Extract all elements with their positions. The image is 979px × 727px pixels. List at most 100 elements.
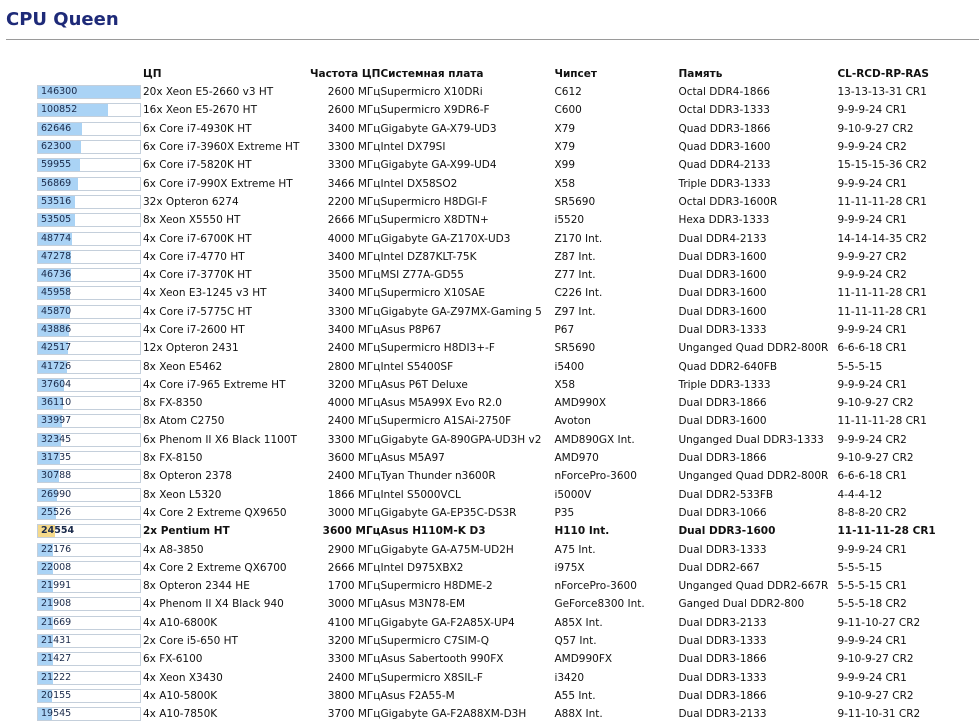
- score-value: 59955: [41, 159, 72, 171]
- chipset-cell: C600: [554, 104, 582, 117]
- cpu-cell: 4x A10-5800K: [143, 689, 218, 702]
- motherboard-cell: Asus P8P67: [380, 324, 442, 336]
- table-row: 100852 16x Xeon E5-2670 HT 2600 МГц Supermi…: [37, 101, 969, 119]
- frequency-cell: 2666 МГц: [327, 214, 381, 227]
- cpu-cell: 4x Core 2 Extreme QX6700: [143, 561, 287, 574]
- score-value: 47278: [41, 250, 72, 262]
- score-bar: 62646: [37, 121, 141, 136]
- cpu-cell: 4x Xeon X3430: [143, 671, 223, 684]
- frequency-cell: 3300 МГц: [327, 433, 381, 446]
- score-cell: 22008: [37, 559, 143, 577]
- score-bar: 146300: [37, 85, 141, 100]
- motherboard-cell: Intel S5400SF: [380, 360, 454, 373]
- frequency-cell: 3000 МГц: [327, 506, 381, 519]
- score-value: 22008: [41, 561, 72, 573]
- motherboard-cell: Asus M5A97: [380, 452, 445, 465]
- motherboard-cell: Asus Sabertooth 990FX: [380, 653, 504, 666]
- chipset-cell: Z77 Int.: [554, 269, 596, 282]
- memory-cell: Quad DDR4-2133: [678, 159, 771, 172]
- chipset-cell: X99: [554, 159, 576, 172]
- frequency-cell: 3500 МГц: [327, 269, 381, 282]
- table-row: 30788 8x Opteron 2378 2400 МГц Tyan Thunder…: [37, 467, 969, 485]
- score-value: 36110: [41, 397, 72, 409]
- frequency-cell: 3600 МГц: [327, 452, 381, 465]
- frequency-cell: 2666 МГц: [327, 561, 381, 574]
- timings-cell: 9-10-9-27 CR2: [837, 653, 914, 666]
- chipset-cell: A85X Int.: [554, 616, 603, 629]
- score-value: 45958: [41, 287, 72, 299]
- memory-cell: Dual DDR3-1066: [678, 506, 767, 519]
- cpu-cell: 4x A10-6800K: [143, 616, 218, 629]
- memory-cell: Dual DDR3-1333: [678, 543, 767, 556]
- frequency-cell: 3600 МГц: [322, 525, 381, 538]
- score-value: 41726: [41, 360, 72, 372]
- score-bar: 31735: [37, 451, 141, 466]
- timings-cell: 11-11-11-28 CR1: [837, 195, 927, 208]
- motherboard-cell: Supermicro X8DTN+: [380, 214, 489, 227]
- score-bar: 19545: [37, 707, 141, 722]
- column-header-chipset: Чипсет: [554, 67, 597, 80]
- frequency-cell: 3400 МГц: [327, 287, 381, 300]
- score-value: 33997: [41, 415, 72, 427]
- frequency-cell: 3200 МГц: [327, 635, 381, 648]
- chipset-cell: AMD890GX Int.: [554, 433, 635, 446]
- score-bar: 21908: [37, 597, 141, 612]
- motherboard-cell: Asus M3N78-EM: [380, 598, 466, 611]
- frequency-cell: 3300 МГц: [327, 141, 381, 154]
- score-value: 21908: [41, 598, 72, 610]
- chipset-cell: X58: [554, 177, 576, 190]
- score-cell: 31735: [37, 449, 143, 467]
- cpu-cell: 6x Core i7-5820K HT: [143, 159, 252, 172]
- cpu-cell: 4x Core i7-5775C HT: [143, 305, 252, 318]
- frequency-cell: 2800 МГц: [327, 360, 381, 373]
- score-bar: 21427: [37, 652, 141, 667]
- cpu-cell: 8x Opteron 2378: [143, 470, 232, 483]
- chipset-cell: Z97 Int.: [554, 305, 596, 318]
- table-row: 25526 4x Core 2 Extreme QX9650 3000 МГц Gig…: [37, 504, 969, 522]
- motherboard-cell: Gigabyte GA-X79-UD3: [380, 122, 497, 135]
- table-row: 56869 6x Core i7-990X Extreme HT 3466 МГц I…: [37, 174, 969, 192]
- motherboard-cell: Supermicro H8DGI-F: [380, 195, 488, 208]
- score-value: 53516: [41, 195, 72, 207]
- column-header-timings: CL-RCD-RP-RAS: [837, 67, 929, 80]
- frequency-cell: 3000 МГц: [327, 598, 381, 611]
- score-value: 32345: [41, 433, 72, 445]
- motherboard-cell: Supermicro X8SIL-F: [380, 671, 483, 684]
- motherboard-cell: Intel DZ87KLT-75K: [380, 250, 477, 263]
- score-bar: 53505: [37, 213, 141, 228]
- table-row: 21908 4x Phenom II X4 Black 940 3000 МГц As…: [37, 595, 969, 613]
- frequency-cell: 2400 МГц: [327, 671, 381, 684]
- timings-cell: 9-10-9-27 CR2: [837, 689, 914, 702]
- frequency-cell: 1866 МГц: [327, 488, 381, 501]
- score-cell: 21222: [37, 669, 143, 687]
- table-body: 146300 20x Xeon E5-2660 v3 HT 2600 МГц Supe…: [37, 83, 969, 723]
- table-row: 22176 4x A8-3850 2900 МГц Gigabyte GA-A75M-…: [37, 540, 969, 558]
- score-cell: 24554: [37, 522, 143, 540]
- table-row: 37604 4x Core i7-965 Extreme HT 3200 МГц As…: [37, 376, 969, 394]
- score-bar: 26990: [37, 487, 141, 502]
- table-row: 24554 2x Pentium HT 3600 МГц Asus H110M-K D…: [37, 522, 969, 540]
- frequency-cell: 2400 МГц: [327, 470, 381, 483]
- table-row: 62300 6x Core i7-3960X Extreme HT 3300 МГц…: [37, 138, 969, 156]
- score-cell: 36110: [37, 394, 143, 412]
- memory-cell: Triple DDR3-1333: [678, 177, 771, 190]
- memory-cell: Dual DDR2-533FB: [678, 488, 774, 501]
- score-bar: 43886: [37, 323, 141, 337]
- timings-cell: 9-9-9-24 CR1: [837, 104, 907, 117]
- score-bar: 25526: [37, 505, 141, 520]
- memory-cell: Octal DDR3-1333: [678, 104, 770, 117]
- score-bar: 22008: [37, 560, 141, 575]
- timings-cell: 9-10-9-27 CR2: [837, 397, 914, 410]
- score-value: 31735: [41, 452, 72, 464]
- cpu-cell: 6x Core i7-4930K HT: [143, 122, 252, 135]
- timings-cell: 9-9-9-27 CR2: [837, 250, 907, 263]
- memory-cell: Octal DDR4-1866: [678, 86, 770, 99]
- score-value: 26990: [41, 488, 72, 500]
- memory-cell: Dual DDR2-667: [678, 561, 760, 574]
- timings-cell: 9-10-9-27 CR2: [837, 452, 914, 465]
- score-bar: 56869: [37, 176, 141, 191]
- memory-cell: Dual DDR3-1866: [678, 689, 767, 702]
- frequency-cell: 3300 МГц: [327, 159, 381, 172]
- cpu-cell: 6x Core i7-990X Extreme HT: [143, 177, 293, 190]
- score-bar: 22176: [37, 542, 141, 557]
